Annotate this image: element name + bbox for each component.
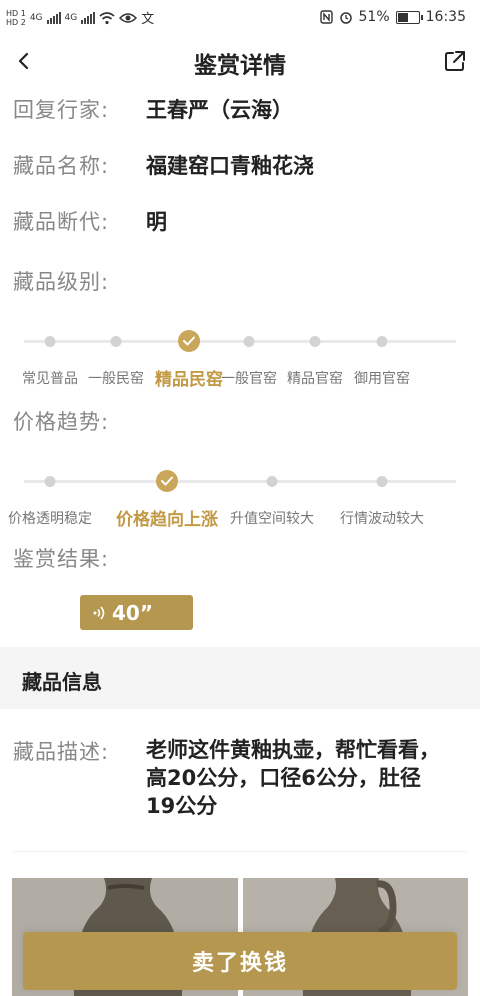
trend-option-dot[interactable] [266,476,278,487]
grade-option-label[interactable]: 精品官窑 [287,368,343,388]
nav-bar: 鉴赏详情 [0,40,480,84]
audio-duration: 40” [112,600,153,625]
grade-option-dot[interactable] [110,336,122,347]
info-section-title: 藏品信息 [22,670,102,694]
grade-track [24,340,456,343]
grade-option-dot[interactable] [376,336,388,347]
status-left: HD 1 HD 2 4G 4G 文 [6,8,155,28]
network-label-1: 4G [29,12,43,23]
checkmark-icon [183,336,195,346]
checkmark-icon [161,476,173,486]
trend-level-selector: 价格透明稳定 价格趋向上涨 升值空间较大 行情波动较大 [8,467,456,537]
divider [13,851,467,852]
detail-label: 藏品名称: [13,154,110,178]
status-bar: HD 1 HD 2 4G 4G 文 51% 16:35 [0,0,480,36]
signal-icon-2 [81,11,96,24]
detail-value: 福建窑口青釉花浇 [146,154,314,178]
grade-option-label[interactable]: 一般民窑 [88,368,144,388]
translate-icon: 文 [141,12,155,27]
trend-option-dot[interactable] [44,476,56,487]
hd-icon: HD 1 HD 2 [6,9,26,27]
trend-option-label[interactable]: 升值空间较大 [230,508,314,528]
grade-option-dot[interactable] [178,330,200,352]
grade-level-selector: 常见普品 一般民窑 精品民窑 一般官窑 精品官窑 御用官窑 [22,327,456,397]
audio-message-button[interactable]: 40” [80,595,193,630]
grade-option-dot[interactable] [309,336,321,347]
detail-value: 明 [146,210,167,234]
eye-icon [119,12,138,23]
hd1-label: HD 1 [6,8,26,18]
trend-option-dot[interactable] [156,470,178,492]
status-right: 51% 16:35 [319,9,466,25]
trend-track [24,480,456,483]
trend-option-label[interactable]: 价格透明稳定 [8,508,92,528]
grade-label: 藏品级别: [13,270,110,294]
trend-option-label[interactable]: 价格趋向上涨 [116,505,218,530]
sell-button[interactable]: 卖了换钱 [23,932,457,990]
hd2-label: HD 2 [6,17,26,27]
alarm-icon [339,12,352,24]
share-icon[interactable] [442,48,468,74]
status-time: 16:35 [425,9,466,25]
detail-row-name: 藏品名称: 福建窑口青釉花浇 [13,150,314,180]
grade-option-label[interactable]: 精品民窑 [155,365,223,390]
detail-label: 回复行家: [13,98,110,122]
detail-row-expert: 回复行家: 王春严（云海） [13,94,293,124]
description-label: 藏品描述: [13,740,110,764]
nfc-icon [319,10,333,24]
trend-option-label[interactable]: 行情波动较大 [340,508,424,528]
trend-label: 价格趋势: [13,410,110,434]
grade-option-label[interactable]: 御用官窑 [354,368,410,388]
trend-option-dot[interactable] [376,476,388,487]
description-value: 老师这件黄釉执壶，帮忙看看，高20公分，口径6公分，肚径19公分 [146,738,440,818]
battery-percent: 51% [358,9,390,25]
wifi-icon [99,11,115,24]
grade-option-dot[interactable] [243,336,255,347]
grade-option-label[interactable]: 一般官窑 [221,368,277,388]
voice-wave-icon [93,605,105,620]
detail-value: 王春严（云海） [146,98,293,122]
network-label-2: 4G [64,12,78,23]
grade-option-label[interactable]: 常见普品 [22,368,78,388]
info-section-header: 藏品信息 [0,647,480,709]
signal-icon [46,11,61,24]
battery-icon [395,10,423,24]
grade-option-dot[interactable] [44,336,56,347]
description-row: 藏品描述: 老师这件黄釉执壶，帮忙看看，高20公分，口径6公分，肚径19公分 [13,736,446,820]
page-title: 鉴赏详情 [194,53,286,79]
detail-label: 藏品断代: [13,210,110,234]
detail-row-era: 藏品断代: 明 [13,206,167,236]
result-label: 鉴赏结果: [13,547,110,571]
